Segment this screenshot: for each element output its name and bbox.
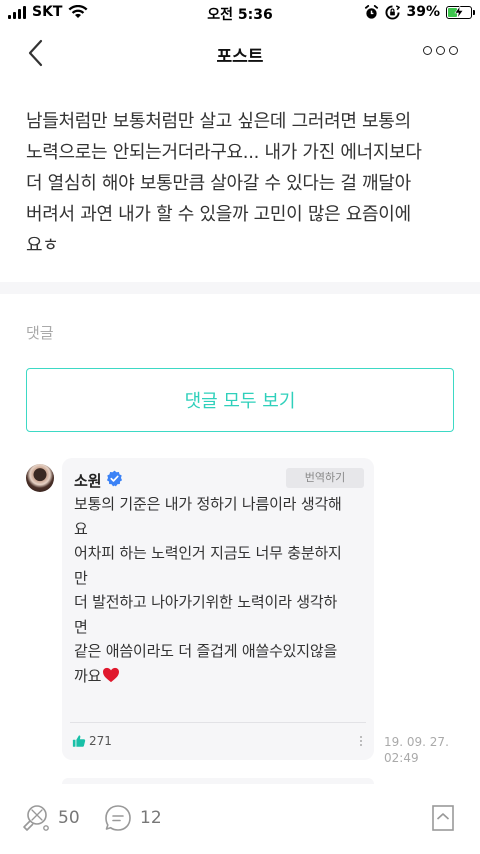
- battery-icon: [446, 5, 475, 19]
- commenter-name[interactable]: 소원: [74, 470, 102, 491]
- comment-line: 만: [74, 568, 88, 587]
- comment-line-text: 까요: [74, 666, 102, 685]
- alarm-icon: [365, 4, 379, 19]
- comment-button[interactable]: 12: [102, 802, 162, 834]
- comment-line: 어차피 하는 노력인거 지금도 너무 충분하지: [74, 544, 342, 562]
- app-header: 포스트: [0, 26, 480, 80]
- comment-line: 보통의 기준은 내가 정하기 나름이라 생각해: [74, 495, 342, 513]
- post-line: 남들처럼만 보통처럼만 살고 싶은데 그러려면 보통의: [26, 111, 411, 132]
- bottom-action-bar: 50 12: [0, 786, 480, 854]
- rotation-lock-icon: [385, 4, 401, 19]
- status-bar-right: 39%: [364, 4, 475, 20]
- thumbs-up-icon: [72, 735, 86, 747]
- comments-label: 댓글: [26, 324, 54, 342]
- section-divider: [0, 282, 480, 294]
- post-line: 버려서 과연 내가 할 수 있을까 고민이 많은 요즘이에: [26, 204, 411, 225]
- comment-line: 같은 애씀이라도 더 즐겁게 애쓸수있지않을: [74, 642, 338, 660]
- comment-line: 면: [74, 617, 88, 636]
- like-button[interactable]: 50: [20, 802, 80, 834]
- status-bar: SKT 오전 5:36 39%: [0, 0, 480, 26]
- comment-line: 요: [74, 519, 88, 538]
- comment-time: 02:49: [384, 751, 419, 765]
- battery-percent: 39%: [406, 4, 440, 20]
- post-line: 요ㅎ: [26, 235, 59, 256]
- comment-count: 12: [140, 808, 162, 828]
- comment-line: 더 발전하고 나아가기위한 노력이라 생각하: [74, 593, 338, 611]
- translate-button[interactable]: 번역하기: [286, 468, 364, 488]
- card-divider: [70, 722, 366, 723]
- like-icon: [23, 805, 49, 831]
- post-line: 더 열심히 해야 보통만큼 살아갈 수 있다는 걸 깨달아: [26, 173, 411, 194]
- like-count: 50: [58, 808, 80, 828]
- comment-date: 19. 09. 27.: [384, 735, 449, 749]
- comment-timestamp: 19. 09. 27. 02:49: [384, 734, 454, 766]
- comment-like-button[interactable]: 271: [72, 734, 112, 748]
- bookmark-icon[interactable]: [430, 804, 456, 832]
- view-all-comments-button[interactable]: 댓글 모두 보기: [26, 368, 454, 432]
- post-line: 노력으로는 안되는거더라구요... 내가 가진 에너지보다: [26, 142, 422, 163]
- comment-last-line: 까요: [74, 664, 366, 689]
- heart-emoji-icon: [103, 667, 120, 682]
- avatar[interactable]: [26, 464, 54, 492]
- comment-like-count: 271: [89, 734, 112, 748]
- page-title: 포스트: [216, 47, 264, 67]
- comment-more-icon[interactable]: [360, 736, 362, 746]
- charging-bolt-icon: [454, 5, 464, 18]
- more-options-icon[interactable]: [423, 46, 458, 55]
- post-content: 남들처럼만 보통처럼만 살고 싶은데 그러려면 보통의 노력으로는 안되는거더라…: [26, 106, 458, 261]
- comment-card: 소원 번역하기 보통의 기준은 내가 정하기 나름이라 생각해 요 어차피 하는…: [62, 458, 374, 760]
- comment-text: 보통의 기준은 내가 정하기 나름이라 생각해 요 어차피 하는 노력인거 지금…: [74, 492, 366, 688]
- comment-icon: [105, 805, 131, 831]
- next-comment-card: [62, 778, 374, 784]
- verified-badge-icon: [106, 470, 123, 487]
